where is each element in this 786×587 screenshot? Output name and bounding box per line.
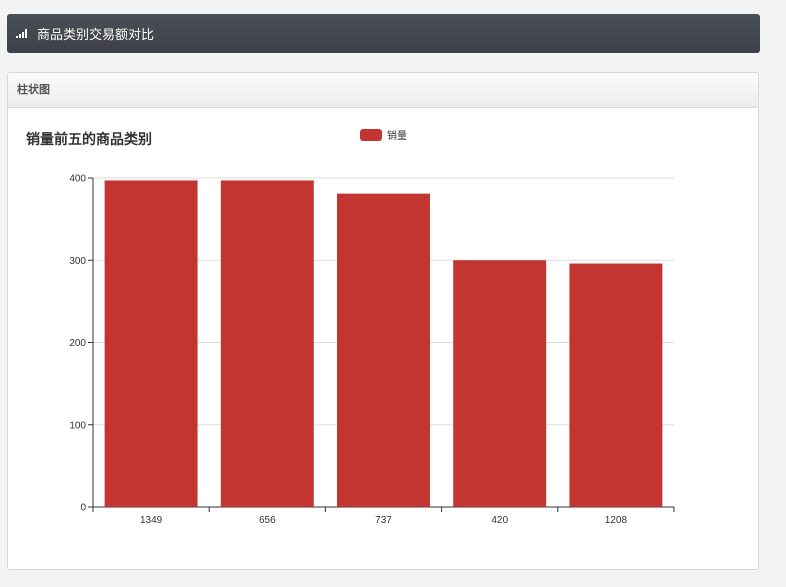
y-tick-label: 100 bbox=[69, 420, 86, 431]
page-header: 商品类别交易额对比 bbox=[7, 14, 760, 53]
bar bbox=[569, 263, 663, 507]
bar bbox=[220, 180, 314, 507]
y-tick-label: 200 bbox=[69, 338, 86, 349]
x-tick-label: 1349 bbox=[140, 515, 163, 526]
x-tick-label: 1208 bbox=[605, 515, 628, 526]
legend-swatch bbox=[360, 129, 382, 141]
x-tick-label: 656 bbox=[259, 515, 276, 526]
y-tick-label: 400 bbox=[69, 174, 86, 185]
page-title: 商品类别交易额对比 bbox=[37, 28, 155, 43]
signal-icon bbox=[16, 29, 28, 38]
bar bbox=[337, 193, 430, 507]
y-tick-label: 0 bbox=[80, 503, 86, 514]
bar bbox=[453, 260, 547, 507]
bar-chart: 销量前五的商品类别 销量 0 100 200 300 400 1349 656 737 420 120… bbox=[26, 129, 675, 526]
x-tick-label: 737 bbox=[375, 515, 392, 526]
chart-panel: 柱状图 销量前五的商品类别 销量 0 100 200 300 400 1349 656 737 42… bbox=[7, 72, 759, 570]
y-tick-label: 300 bbox=[69, 256, 86, 267]
legend-label: 销量 bbox=[387, 129, 407, 142]
chart-area: 销量前五的商品类别 销量 0 100 200 300 400 1349 656 737 420 120… bbox=[8, 108, 758, 568]
bar bbox=[104, 180, 198, 507]
x-tick-label: 420 bbox=[491, 515, 508, 526]
chart-title: 销量前五的商品类别 bbox=[26, 131, 152, 148]
panel-heading: 柱状图 bbox=[8, 73, 758, 108]
